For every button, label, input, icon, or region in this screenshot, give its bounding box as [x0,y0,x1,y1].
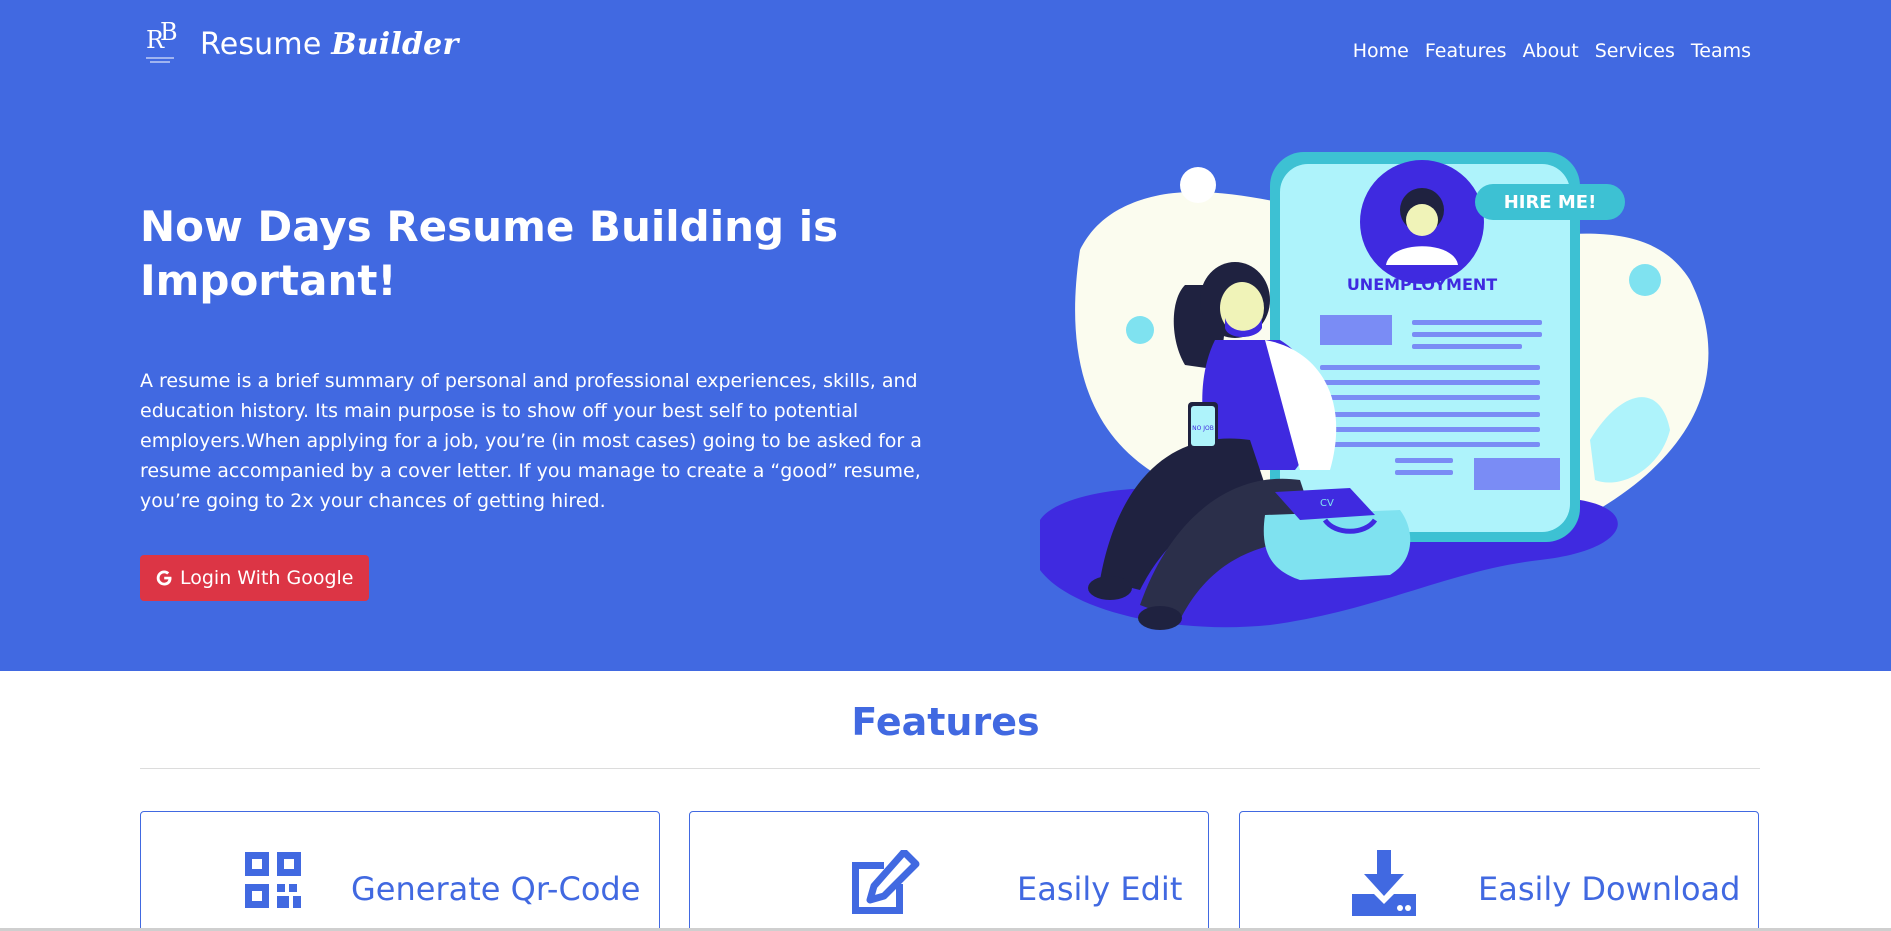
features-divider [140,768,1760,769]
brand-logo-link[interactable]: R B Resume Builder [140,18,458,70]
hero-description: A resume is a brief summary of personal … [140,370,922,512]
feature-card-title: Easily Download [1478,870,1741,908]
nav-features[interactable]: Features [1425,40,1507,62]
features-title: Features [851,700,1040,744]
nav-teams[interactable]: Teams [1691,40,1751,62]
nav-home[interactable]: Home [1353,40,1409,62]
unemployment-text: UNEMPLOYMENT [1347,275,1497,294]
feature-card-title: Easily Edit [1017,870,1183,908]
feature-card-qrcode[interactable]: Generate Qr-Code [140,811,660,931]
download-icon [1352,850,1416,920]
hero-illustration: HIRE ME! UNEMPLOYMENT CV NO JOB [1020,140,1720,640]
feature-card-edit[interactable]: Easily Edit [689,811,1209,931]
qrcode-icon [245,852,301,912]
login-with-google-button[interactable]: Login With Google [140,555,370,601]
cv-label: CV [1320,498,1334,509]
feature-card-download[interactable]: Easily Download [1239,811,1759,931]
nav-services[interactable]: Services [1595,40,1675,62]
hero-title: Now Days Resume Building is Important! [140,202,839,305]
brand-monogram-icon: R B [140,18,186,70]
google-icon [154,568,174,588]
svg-text:B: B [160,18,178,46]
hero-section: R B Resume Builder Home Features About S… [0,0,1891,671]
edit-icon [844,848,920,918]
brand-name: Resume Builder [200,26,459,62]
login-button-label: Login With Google [180,567,354,589]
phone-screen-text: NO JOB [1192,425,1214,432]
hire-me-text: HIRE ME! [1504,192,1597,213]
nav-about[interactable]: About [1523,40,1579,62]
main-nav: Home Features About Services Teams [1337,40,1751,62]
feature-card-title: Generate Qr-Code [351,870,641,908]
